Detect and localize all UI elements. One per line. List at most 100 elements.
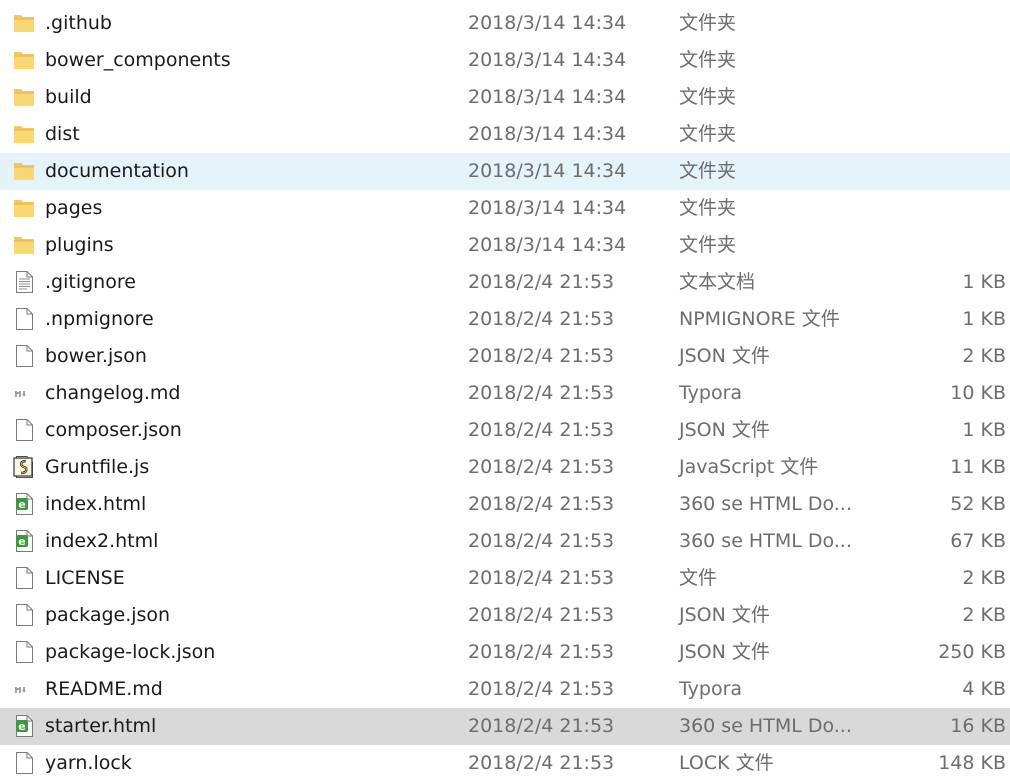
script-file-icon [12,455,36,479]
file-size [896,42,1006,79]
file-name: plugins [45,234,114,256]
file-row[interactable]: yarn.lock 2018/2/4 21:53 LOCK 文件 148 KB [0,745,1010,782]
file-row[interactable]: e index2.html 2018/2/4 21:53 360 se HTML Do… [0,523,1010,560]
file-modified-date: 2018/2/4 21:53 [468,308,615,330]
text-file-icon [12,270,36,294]
file-modified-date: 2018/2/4 21:53 [468,493,615,515]
folder-icon [12,122,36,146]
file-size: 1 KB [962,271,1006,293]
file-row[interactable]: .github 2018/3/14 14:34 文件夹 [0,5,1010,42]
file-size: 250 KB [938,641,1006,663]
file-row[interactable]: dist 2018/3/14 14:34 文件夹 [0,116,1010,153]
file-name: .npmignore [45,308,154,330]
file-size: 1 KB [962,419,1006,441]
file-type: 文件夹 [679,12,737,34]
file-name: .github [45,12,112,34]
file-name: LICENSE [45,567,125,589]
file-row[interactable]: changelog.md 2018/2/4 21:53 Typora 10 KB [0,375,1010,412]
folder-icon [12,48,36,72]
file-size [896,227,1006,264]
blank-file-icon [12,307,36,331]
file-row[interactable]: LICENSE 2018/2/4 21:53 文件 2 KB [0,560,1010,597]
file-row[interactable]: build 2018/3/14 14:34 文件夹 [0,79,1010,116]
file-size [896,79,1006,116]
folder-icon [12,159,36,183]
file-modified-date: 2018/2/4 21:53 [468,271,615,293]
file-type: 文件夹 [679,234,737,256]
file-name: pages [45,197,103,219]
file-row[interactable]: bower_components 2018/3/14 14:34 文件夹 [0,42,1010,79]
file-modified-date: 2018/2/4 21:53 [468,345,615,367]
file-size: 2 KB [962,567,1006,589]
file-row[interactable]: composer.json 2018/2/4 21:53 JSON 文件 1 KB [0,412,1010,449]
blank-file-icon [12,344,36,368]
file-name: package-lock.json [45,641,216,663]
file-type: 文件夹 [679,123,737,145]
file-row[interactable]: .npmignore 2018/2/4 21:53 NPMIGNORE 文件 1 KB [0,301,1010,338]
svg-text:e: e [18,720,25,733]
file-size: 67 KB [950,530,1006,552]
file-name: composer.json [45,419,182,441]
svg-text:e: e [18,535,25,548]
file-type: JSON 文件 [679,604,770,626]
file-row[interactable]: bower.json 2018/2/4 21:53 JSON 文件 2 KB [0,338,1010,375]
file-type: Typora [679,382,743,404]
file-type: 文件夹 [679,160,737,182]
file-name: bower_components [45,49,231,71]
file-modified-date: 2018/3/14 14:34 [468,86,627,108]
file-type: JSON 文件 [679,345,770,367]
file-list: .github 2018/3/14 14:34 文件夹 bower_component… [0,0,1010,776]
file-size: 148 KB [938,752,1006,774]
file-modified-date: 2018/2/4 21:53 [468,715,615,737]
file-type: JavaScript 文件 [679,456,819,478]
folder-icon [12,11,36,35]
file-row[interactable]: README.md 2018/2/4 21:53 Typora 4 KB [0,671,1010,708]
file-size [896,116,1006,153]
file-type: 文件夹 [679,86,737,108]
file-size [896,5,1006,42]
file-size [896,153,1006,190]
svg-text:e: e [18,498,25,511]
file-row[interactable]: .gitignore 2018/2/4 21:53 文本文档 1 KB [0,264,1010,301]
file-row[interactable]: package-lock.json 2018/2/4 21:53 JSON 文件 25… [0,634,1010,671]
file-modified-date: 2018/3/14 14:34 [468,12,627,34]
folder-icon [12,196,36,220]
file-row[interactable]: documentation 2018/3/14 14:34 文件夹 [0,153,1010,190]
file-name: README.md [45,678,163,700]
file-type: 文本文档 [679,271,756,293]
blank-file-icon [12,751,36,775]
file-name: dist [45,123,80,145]
file-row[interactable]: e starter.html 2018/2/4 21:53 360 se HTML D… [0,708,1010,745]
file-modified-date: 2018/3/14 14:34 [468,234,627,256]
file-name: index2.html [45,530,159,552]
file-size: 10 KB [950,382,1006,404]
file-name: documentation [45,160,189,182]
file-modified-date: 2018/3/14 14:34 [468,197,627,219]
folder-icon [12,233,36,257]
file-row[interactable]: package.json 2018/2/4 21:53 JSON 文件 2 KB [0,597,1010,634]
file-row[interactable]: e index.html 2018/2/4 21:53 360 se HTML Do.… [0,486,1010,523]
file-size: 2 KB [962,345,1006,367]
file-name: changelog.md [45,382,181,404]
file-row[interactable]: plugins 2018/3/14 14:34 文件夹 [0,227,1010,264]
file-size: 1 KB [962,308,1006,330]
file-name: build [45,86,92,108]
markdown-file-icon [12,677,36,701]
file-type: NPMIGNORE 文件 [679,308,840,330]
file-name: .gitignore [45,271,136,293]
file-size [896,190,1006,227]
blank-file-icon [12,603,36,627]
file-size: 11 KB [950,456,1006,478]
html-file-icon: e [12,492,36,516]
file-row[interactable]: pages 2018/3/14 14:34 文件夹 [0,190,1010,227]
blank-file-icon [12,418,36,442]
markdown-file-icon [12,381,36,405]
file-size: 4 KB [962,678,1006,700]
file-type: Typora [679,678,743,700]
file-modified-date: 2018/3/14 14:34 [468,160,627,182]
file-name: yarn.lock [45,752,132,774]
file-modified-date: 2018/2/4 21:53 [468,641,615,663]
file-row[interactable]: Gruntfile.js 2018/2/4 21:53 JavaScript 文件 1… [0,449,1010,486]
file-modified-date: 2018/2/4 21:53 [468,678,615,700]
file-type: 文件夹 [679,49,737,71]
